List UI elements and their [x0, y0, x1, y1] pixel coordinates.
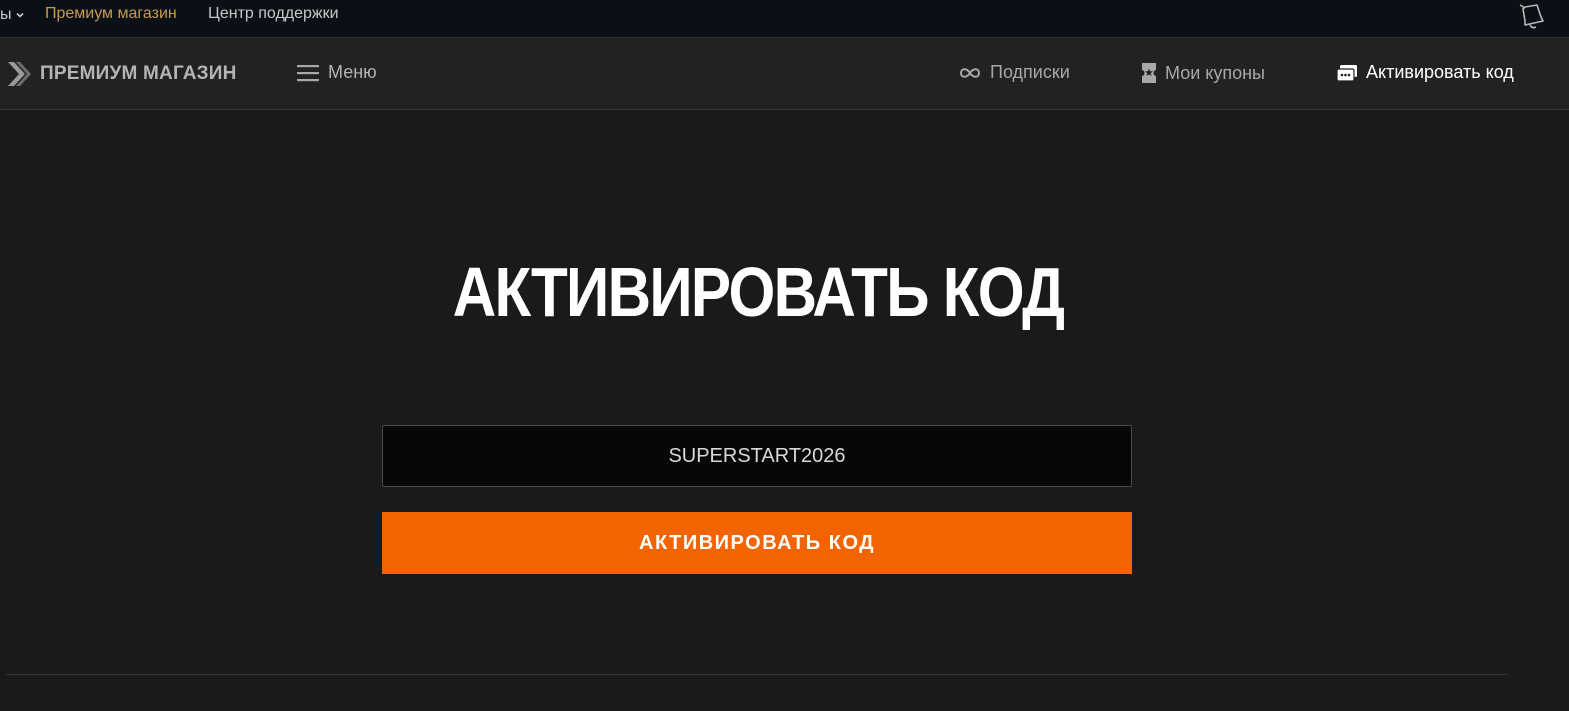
- support-center-link[interactable]: Центр поддержки: [208, 5, 339, 23]
- premium-shop-link[interactable]: Премиум магазин: [45, 5, 177, 23]
- page-title: АКТИВИРОВАТЬ КОД: [452, 253, 1065, 331]
- notification-bell-icon[interactable]: [1517, 1, 1547, 31]
- menu-label: Меню: [328, 62, 377, 82]
- shop-header: ПРЕМИУМ МАГАЗИН Меню Подписки Мои купоны: [0, 38, 1569, 110]
- code-card-icon: [1336, 64, 1357, 82]
- hamburger-icon: [297, 64, 319, 81]
- games-dropdown-label: ы: [0, 6, 12, 23]
- nav-activate-label: Активировать код: [1366, 62, 1514, 82]
- activate-code-button[interactable]: АКТИВИРОВАТЬ КОД: [382, 512, 1132, 574]
- shop-logo-text: ПРЕМИУМ МАГАЗИН: [40, 63, 237, 84]
- coupon-icon: [1142, 63, 1156, 83]
- top-utility-bar: ы Премиум магазин Центр поддержки: [0, 0, 1569, 38]
- logo-chevron-icon: [8, 62, 31, 86]
- nav-subscriptions[interactable]: Подписки: [958, 62, 1070, 83]
- nav-activate-code[interactable]: Активировать код: [1336, 62, 1514, 83]
- content-divider: [6, 674, 1508, 675]
- infinity-icon: [959, 67, 981, 78]
- nav-subscriptions-label: Подписки: [990, 62, 1070, 82]
- games-dropdown[interactable]: ы: [0, 6, 25, 24]
- shop-logo[interactable]: ПРЕМИУМ МАГАЗИН: [6, 60, 237, 88]
- nav-my-coupons[interactable]: Мои купоны: [1141, 62, 1265, 84]
- nav-coupons-label: Мои купоны: [1165, 62, 1265, 83]
- code-input[interactable]: [382, 425, 1132, 487]
- menu-button[interactable]: Меню: [297, 62, 377, 83]
- chevron-down-icon: [15, 12, 24, 18]
